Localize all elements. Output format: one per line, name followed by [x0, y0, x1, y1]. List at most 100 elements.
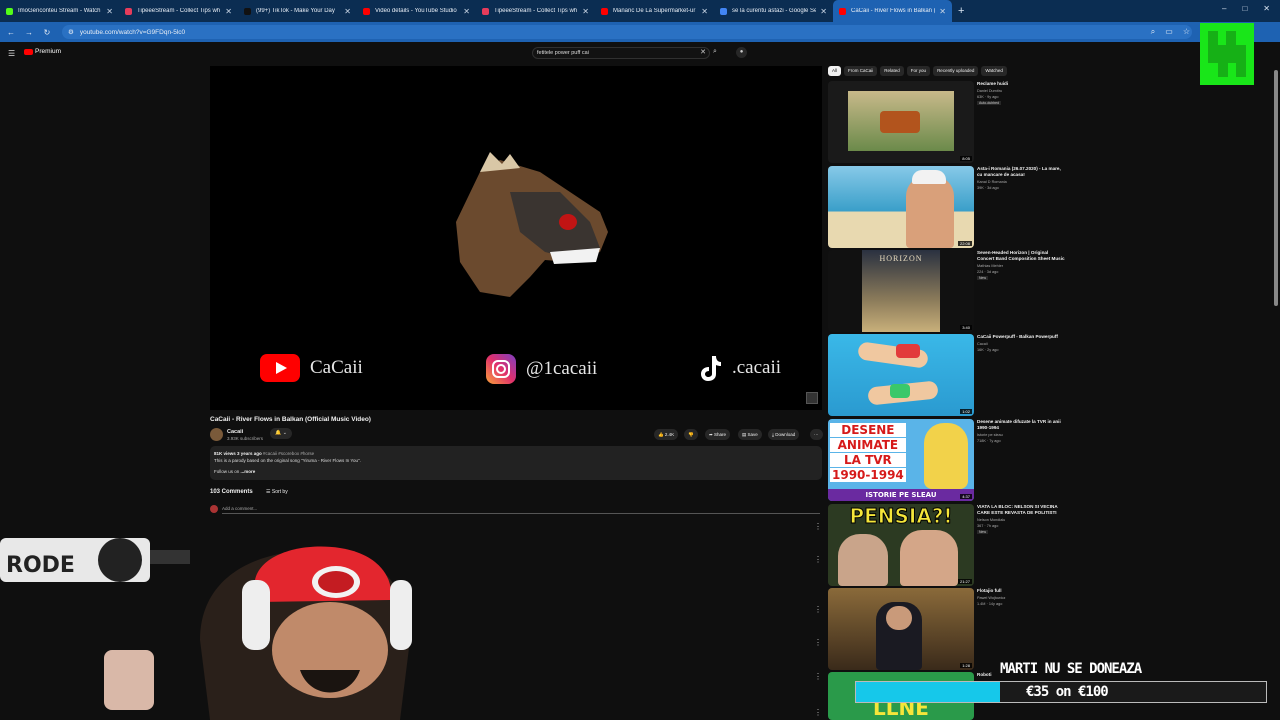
close-tab-icon[interactable]: ✕	[463, 7, 470, 16]
hashtags[interactable]: #cacaii #scorebox #horse	[263, 451, 314, 456]
video-thumbnail[interactable]: 8:05	[828, 81, 974, 163]
filter-chip[interactable]: Related	[880, 66, 904, 76]
channel-name[interactable]: Nelson Mondialu	[977, 518, 1005, 523]
recommendation-item[interactable]: 1:02 CaCaii Powerpuff - Balkan Powerpuff…	[828, 334, 1068, 416]
tab-title: se la curentu astazi - Google Se	[732, 8, 817, 14]
like-button[interactable]: 👍 2.4K	[654, 429, 679, 440]
close-tab-icon[interactable]: ✕	[225, 7, 232, 16]
microphone-icon[interactable]: ●	[736, 47, 747, 58]
comment-menu-icon[interactable]: ⋮	[814, 672, 822, 681]
browser-tab[interactable]: TipeeeStream - Collect Tips wh ✕	[119, 0, 238, 22]
video-meta: 63K · 9y ago	[977, 95, 999, 99]
dislike-button[interactable]: 👎	[684, 429, 698, 440]
tab-title: (99+) TikTok - Make Your Day	[256, 8, 335, 14]
comment-menu-icon[interactable]: ⋮	[814, 638, 822, 647]
notification-bell-button[interactable]: 🔔 ⌄	[270, 428, 292, 439]
close-tab-icon[interactable]: ✕	[820, 7, 827, 16]
site-settings-icon[interactable]: ⚙	[68, 28, 74, 36]
search-icon[interactable]: ⌕	[713, 48, 717, 56]
comment-menu-icon[interactable]: ⋮	[814, 555, 822, 564]
share-button[interactable]: ➦ Share	[705, 429, 731, 440]
add-comment-input[interactable]: Add a comment...	[222, 506, 820, 514]
video-thumbnail[interactable]: 1:28	[828, 588, 974, 670]
video-thumbnail[interactable]: PENSIA?! 21:27	[828, 504, 974, 586]
video-duration: 8:05	[960, 156, 972, 161]
close-tab-icon[interactable]: ✕	[106, 7, 113, 16]
browser-tab[interactable]: CaCaii - River Flows in Balkan (O ✕	[833, 0, 952, 22]
video-title[interactable]: Seven-Headed Horizon | Original Concert …	[977, 250, 1065, 262]
new-tab-icon[interactable]: +	[958, 5, 964, 17]
maximize-icon[interactable]: □	[1242, 4, 1247, 13]
search-input[interactable]: fetitele power puff cai ✕	[532, 47, 710, 59]
video-title[interactable]: Asta-i Romania (26.07.2020) - La mare, c…	[977, 166, 1065, 178]
video-player[interactable]: CaCaii @1cacaii .cacaii	[210, 66, 822, 410]
browser-tab[interactable]: (99+) TikTok - Make Your Day ✕	[238, 0, 357, 22]
video-title[interactable]: CaCaii Powerpuff - Balkan Powerpuff	[977, 334, 1065, 340]
browser-tab[interactable]: Video details - YouTube Studio ✕	[357, 0, 476, 22]
video-thumbnail[interactable]: 22:08	[828, 166, 974, 248]
recommendation-item[interactable]: HORIZON 3:40 Seven-Headed Horizon | Orig…	[828, 250, 1068, 332]
filter-chip[interactable]: All	[828, 66, 842, 76]
minimize-icon[interactable]: –	[1222, 4, 1226, 13]
back-icon[interactable]: ←	[2, 28, 20, 37]
video-thumbnail[interactable]: HORIZON 3:40	[828, 250, 974, 332]
channel-name[interactable]: Pawel Wojtowicz	[977, 596, 1005, 601]
channel-name[interactable]: Cacaii	[227, 429, 243, 435]
forward-icon[interactable]: →	[20, 28, 38, 37]
url-field[interactable]: ⚙ youtube.com/watch?v=G9FDqn-5lc0	[62, 25, 1192, 39]
filter-chip[interactable]: From CaCaii	[844, 66, 878, 76]
description-box[interactable]: 81K views 3 years ago #cacaii #scorebox …	[210, 446, 822, 480]
clear-search-icon[interactable]: ✕	[700, 48, 706, 58]
browser-tab[interactable]: ImoGenconteu Stream - Watch ✕	[0, 0, 119, 22]
download-label: Download	[775, 432, 796, 437]
premium-label: Premium	[35, 48, 62, 55]
channel-name[interactable]: Kanal D Romania	[977, 180, 1007, 185]
video-duration: 22:08	[957, 241, 972, 246]
video-title[interactable]: Reclame huidi	[977, 81, 1065, 87]
comment-menu-icon[interactable]: ⋮	[814, 522, 822, 531]
channel-watermark-icon[interactable]	[806, 392, 818, 404]
close-window-icon[interactable]: ✕	[1263, 4, 1270, 13]
comment-menu-icon[interactable]: ⋮	[814, 605, 822, 614]
more-actions-button[interactable]: ⋯	[810, 429, 823, 440]
close-tab-icon[interactable]: ✕	[582, 7, 589, 16]
channel-avatar[interactable]	[210, 428, 223, 441]
filter-chip[interactable]: For you	[906, 66, 931, 76]
save-button[interactable]: ▤ Save	[738, 429, 762, 440]
scrollbar-thumb[interactable]	[1274, 70, 1278, 306]
close-tab-icon[interactable]: ✕	[701, 7, 708, 16]
recommendation-item[interactable]: 1:28 Flotajio full Pawel Wojtowicz 1.4M …	[828, 588, 1068, 670]
video-title[interactable]: VIATA LA BLOC: NELSON SI VECINA CARE EST…	[977, 504, 1065, 516]
browser-tab[interactable]: Mananc De La Supermarket-ur ✕	[595, 0, 714, 22]
browser-tab[interactable]: se la curentu astazi - Google Se ✕	[714, 0, 833, 22]
bookmark-star-icon[interactable]: ☆	[1183, 27, 1190, 37]
filter-chip[interactable]: Recently uploaded	[933, 66, 979, 76]
recommendation-item[interactable]: DESENE ANIMATE LA TVR 1990-1994 ISTORIE …	[828, 419, 1068, 501]
video-title[interactable]: Flotajio full	[977, 588, 1065, 594]
close-tab-icon[interactable]: ✕	[344, 7, 351, 16]
comment-menu-icon[interactable]: ⋮	[814, 708, 822, 717]
reload-icon[interactable]: ↻	[38, 28, 56, 37]
close-tab-icon[interactable]: ✕	[939, 7, 946, 16]
download-button[interactable]: ⤓ Download	[768, 429, 800, 440]
show-more-link[interactable]: ...more	[241, 469, 256, 474]
tab-favicon-icon	[482, 7, 489, 15]
google-lens-icon[interactable]: ⌕	[1151, 27, 1155, 37]
browser-tab[interactable]: TipeeeStream - Collect Tips wh ✕	[476, 0, 595, 22]
hamburger-menu-icon[interactable]: ☰	[8, 49, 15, 58]
video-thumbnail[interactable]: DESENE ANIMATE LA TVR 1990-1994 ISTORIE …	[828, 419, 974, 501]
channel-name[interactable]: Cacaii	[977, 342, 988, 347]
recommendation-item[interactable]: 22:08 Asta-i Romania (26.07.2020) - La m…	[828, 166, 1068, 248]
cast-icon[interactable]: ▭	[1165, 27, 1173, 37]
video-thumbnail[interactable]: 1:02	[828, 334, 974, 416]
filter-chip[interactable]: Watched	[981, 66, 1007, 76]
channel-name[interactable]: Daniel Dumitru	[977, 89, 1002, 94]
sort-comments-button[interactable]: ☰ Sort by	[266, 489, 288, 495]
youtube-social: CaCaii	[260, 354, 363, 382]
channel-name[interactable]: Mathias Mehler	[977, 264, 1003, 269]
video-title[interactable]: Desene animate difuzate la TVR in anii 1…	[977, 419, 1065, 431]
recommendation-item[interactable]: 8:05 Reclame huidi Daniel Dumitru 63K · …	[828, 81, 1068, 163]
channel-name[interactable]: Istorie pe sleau	[977, 433, 1003, 438]
youtube-logo[interactable]: Premium	[24, 48, 61, 55]
recommendation-item[interactable]: PENSIA?! 21:27 VIATA LA BLOC: NELSON SI …	[828, 504, 1068, 586]
